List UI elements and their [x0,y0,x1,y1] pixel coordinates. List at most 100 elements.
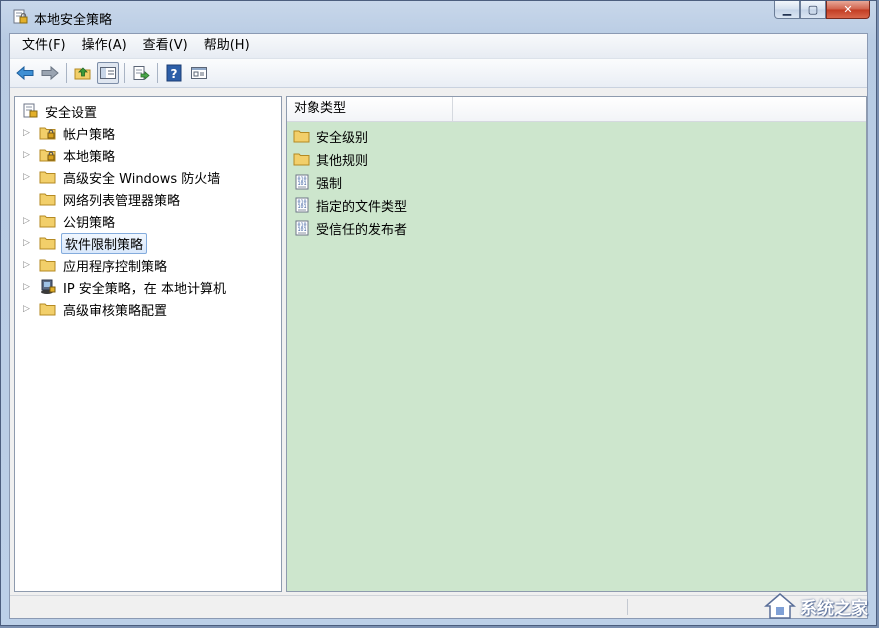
tree-item-ip-security[interactable]: ▷ IP 安全策略，在 本地计算机 [23,277,228,297]
expand-arrow-icon[interactable]: ▷ [23,211,33,231]
list-item-designated-file-types[interactable]: 010 101 指定的文件类型 [293,194,409,216]
column-header-object-type[interactable]: 对象类型 [287,97,453,121]
toolbar: ? [10,59,867,88]
tree-item-account-policies[interactable]: ▷ 帐户策略 [23,123,117,143]
tree-item-label: 高级审核策略配置 [63,303,168,319]
policy-icon: 010 101 [293,220,311,236]
tree-item-label: 本地策略 [63,149,116,165]
security-policy-icon [21,103,39,119]
list-header: 对象类型 [287,97,866,122]
maximize-button[interactable]: ▢ [800,1,826,19]
svg-text:101: 101 [298,227,307,233]
list-item-label: 其他规则 [316,153,369,169]
list-item-enforcement[interactable]: 010 101 强制 [293,171,344,193]
tree-root-label: 安全设置 [45,105,98,121]
svg-text:?: ? [171,67,178,81]
expand-arrow-icon[interactable]: ▷ [23,123,33,143]
back-button[interactable] [14,62,36,84]
help-icon: ? [166,64,182,82]
tree-item-software-restriction[interactable]: ▷ 软件限制策略 [23,232,148,254]
properties-icon [191,67,207,79]
list-item-label: 指定的文件类型 [316,199,408,215]
expand-arrow-icon[interactable]: ▷ [23,233,33,253]
expand-arrow-icon[interactable]: ▷ [23,145,33,165]
svg-text:101: 101 [298,204,307,210]
app-window: 本地安全策略 ▁ ▢ ✕ 文件(F) 操作(A) 查看(V) 帮助(H) ? 安… [0,0,877,626]
menu-bar: 文件(F) 操作(A) 查看(V) 帮助(H) [10,34,867,59]
folder-icon [293,128,311,144]
list-item-additional-rules[interactable]: 其他规则 [293,148,370,170]
menu-action[interactable]: 操作(A) [74,35,135,57]
show-hide-tree-button[interactable] [97,62,119,84]
tree-item-local-policies[interactable]: ▷ 本地策略 [23,145,117,165]
tree-item-label: 高级安全 Windows 防火墙 [63,171,221,187]
tree-item-network-list[interactable]: 网络列表管理器策略 [23,189,182,209]
toolbar-separator [66,63,67,83]
list-item-label: 安全级别 [316,130,369,146]
close-icon: ✕ [843,3,853,16]
list-item-trusted-publishers[interactable]: 010 101 受信任的发布者 [293,217,409,239]
menu-file[interactable]: 文件(F) [14,35,74,57]
policy-icon: 010 101 [293,174,311,190]
tree-item-firewall[interactable]: ▷ 高级安全 Windows 防火墙 [23,167,222,187]
security-policy-icon [11,8,29,26]
properties-button[interactable] [188,62,210,84]
locked-folder-icon [39,125,57,141]
ip-security-icon [39,279,57,295]
folder-icon [39,235,57,251]
folder-icon [39,191,57,207]
tree-item-label: 帐户策略 [63,127,116,143]
forward-button[interactable] [39,62,61,84]
status-separator [627,599,628,615]
show-tree-icon [100,67,116,79]
tree-item-label: IP 安全策略，在 本地计算机 [63,281,226,297]
minimize-button[interactable]: ▁ [774,1,800,19]
expander-placeholder [23,189,33,209]
export-list-icon [133,66,150,80]
minimize-icon: ▁ [782,3,792,16]
help-button[interactable]: ? [163,62,185,84]
forward-arrow-icon [41,65,59,81]
maximize-icon: ▢ [807,3,819,16]
export-list-button[interactable] [130,62,152,84]
tree-item-label: 公钥策略 [63,215,116,231]
svg-text:101: 101 [298,181,307,187]
up-one-level-button[interactable] [72,62,94,84]
folder-icon [39,213,57,229]
tree-root[interactable]: 安全设置 [21,101,99,121]
expand-arrow-icon[interactable]: ▷ [23,167,33,187]
toolbar-separator [124,63,125,83]
close-button[interactable]: ✕ [826,1,870,19]
tree-item-public-key[interactable]: ▷ 公钥策略 [23,211,117,231]
folder-icon [39,257,57,273]
menu-view[interactable]: 查看(V) [135,35,196,57]
caption-buttons: ▁ ▢ ✕ [774,1,870,21]
expand-arrow-icon[interactable]: ▷ [23,255,33,275]
window-title: 本地安全策略 [34,13,113,28]
list-item-security-levels[interactable]: 安全级别 [293,125,370,147]
folder-icon [39,169,57,185]
house-logo-icon [764,593,796,619]
toolbar-separator [157,63,158,83]
status-bar [10,595,867,618]
list-item-label: 强制 [316,176,343,192]
watermark-text: 系统之家 [800,598,868,619]
expand-arrow-icon[interactable]: ▷ [23,299,33,319]
tree-item-advanced-audit[interactable]: ▷ 高级审核策略配置 [23,299,169,319]
menu-help[interactable]: 帮助(H) [196,35,258,57]
locked-folder-icon [39,147,57,163]
tree-pane[interactable]: 安全设置 ▷ 帐户策略 ▷ 本地策略 ▷ 高级安全 Windows 防火墙 网络… [14,96,282,592]
back-arrow-icon [16,65,34,81]
expand-arrow-icon[interactable]: ▷ [23,277,33,297]
tree-item-label: 软件限制策略 [61,232,148,254]
policy-icon: 010 101 [293,197,311,213]
list-item-label: 受信任的发布者 [316,222,408,238]
watermark: 系统之家 [764,591,868,621]
tree-item-app-control[interactable]: ▷ 应用程序控制策略 [23,255,169,275]
list-pane[interactable]: 对象类型 安全级别 其他规则 010 101 强制 010 101 指定的文件类… [286,96,867,592]
folder-icon [293,151,311,167]
tree-item-label: 网络列表管理器策略 [63,193,181,209]
up-folder-icon [74,67,91,80]
tree-item-label: 应用程序控制策略 [63,259,168,275]
title-bar[interactable]: 本地安全策略 ▁ ▢ ✕ [1,1,876,33]
